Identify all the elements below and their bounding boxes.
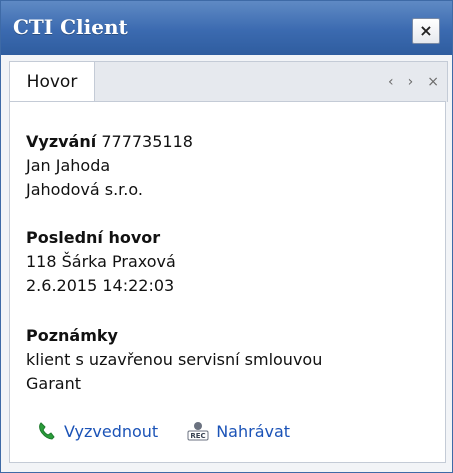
incoming-call-label: Vyzvání xyxy=(26,132,97,151)
caller-company: Jahodová s.r.o. xyxy=(26,180,143,199)
incoming-call-number: 777735118 xyxy=(101,132,193,151)
svg-text:REC: REC xyxy=(191,432,206,440)
answer-label: Vyzvednout xyxy=(64,421,159,441)
phone-icon xyxy=(36,420,58,442)
tab-controls: ‹ › × xyxy=(388,62,439,102)
notes-heading: Poznámky xyxy=(26,326,118,345)
tab-close-icon[interactable]: × xyxy=(427,74,439,90)
caller-name: Jan Jahoda xyxy=(26,156,111,175)
tab-scroll-right-icon[interactable]: › xyxy=(408,74,414,90)
last-call-caller: 118 Šárka Praxová xyxy=(26,252,176,271)
tab-hovor[interactable]: Hovor xyxy=(10,62,95,102)
record-label: Nahrávat xyxy=(216,421,291,441)
cti-client-window: CTI Client × Hovor ‹ › × Vyzvání 7777351… xyxy=(0,0,453,473)
answer-button[interactable]: Vyzvednout xyxy=(36,420,158,442)
tab-scroll-left-icon[interactable]: ‹ xyxy=(388,74,394,90)
window-title: CTI Client xyxy=(13,15,128,39)
last-call-datetime: 2.6.2015 14:22:03 xyxy=(26,276,175,295)
last-call-heading: Poslední hovor xyxy=(26,228,161,247)
notes-line-2: Garant xyxy=(26,374,81,393)
record-button[interactable]: REC Nahrávat xyxy=(186,420,290,442)
notes-line-1: klient s uzavřenou servisní smlouvou xyxy=(26,350,323,369)
close-window-button[interactable]: × xyxy=(412,18,440,44)
call-actions: Vyzvednout REC Nahrávat xyxy=(36,420,290,442)
rec-icon: REC xyxy=(186,420,210,442)
tab-strip: Hovor ‹ › × xyxy=(9,61,448,102)
call-panel: Vyzvání 777735118 Jan Jahoda Jahodová s.… xyxy=(9,101,446,463)
incoming-call-line: Vyzvání 777735118 xyxy=(26,132,193,152)
title-bar: CTI Client × xyxy=(1,1,452,55)
